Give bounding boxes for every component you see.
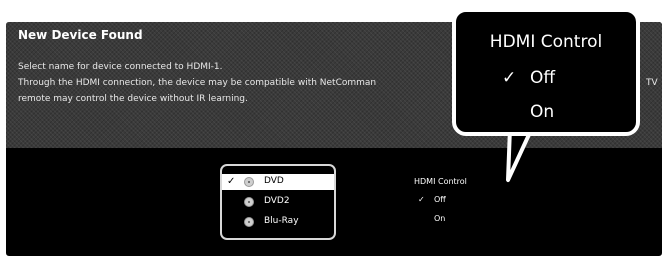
device-name-list: ✓ DVD DVD2 Blu-Ray bbox=[220, 164, 336, 240]
disc-icon bbox=[244, 177, 254, 187]
hdmi-control-off-check-small: ✓ bbox=[418, 195, 425, 204]
dialog-title: New Device Found bbox=[18, 28, 143, 42]
disc-icon bbox=[244, 197, 254, 207]
check-icon: ✓ bbox=[227, 176, 236, 187]
dialog-line-2: Through the HDMI connection, the device … bbox=[18, 78, 377, 88]
disc-icon bbox=[244, 217, 254, 227]
callout-pointer bbox=[506, 128, 534, 182]
hdmi-control-callout: HDMI Control ✓ Off On bbox=[452, 8, 640, 136]
dialog-line-1: Select name for device connected to HDMI… bbox=[18, 62, 223, 72]
hdmi-control-off-option[interactable]: Off bbox=[530, 68, 555, 88]
hdmi-control-title-small: HDMI Control bbox=[414, 177, 467, 186]
device-option-label: DVD bbox=[264, 176, 284, 186]
dialog-line-3: remote may control the device without IR… bbox=[18, 94, 248, 104]
device-option-dvd2[interactable]: DVD2 bbox=[222, 194, 334, 210]
device-option-label: Blu-Ray bbox=[264, 216, 299, 226]
check-icon: ✓ bbox=[502, 68, 517, 88]
device-option-blu-ray[interactable]: Blu-Ray bbox=[222, 214, 334, 230]
device-option-label: DVD2 bbox=[264, 196, 290, 206]
hdmi-control-title: HDMI Control bbox=[489, 32, 603, 52]
hdmi-control-on-small[interactable]: On bbox=[434, 214, 445, 223]
hdmi-control-off-small[interactable]: Off bbox=[434, 195, 446, 204]
hdmi-control-on-option[interactable]: On bbox=[530, 102, 554, 122]
device-option-dvd[interactable]: ✓ DVD bbox=[222, 174, 334, 190]
dialog-line-2-tail: TV bbox=[646, 78, 658, 88]
